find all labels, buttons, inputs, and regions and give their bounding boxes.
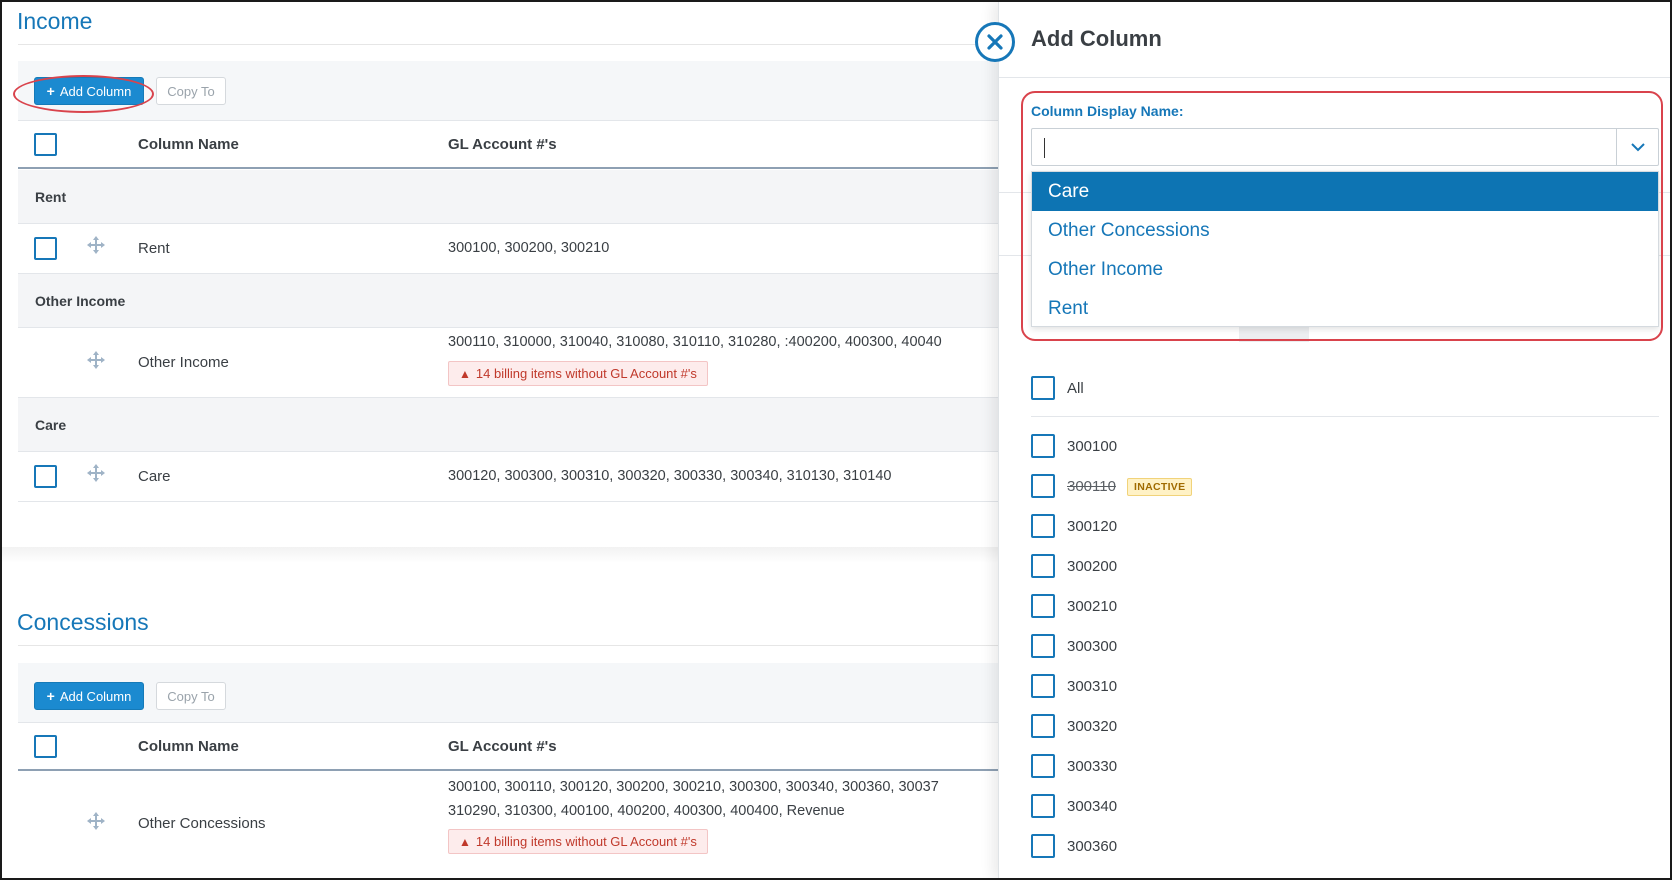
row-column-name: Rent	[138, 240, 170, 257]
row-column-name: Care	[138, 468, 171, 485]
account-checkbox-300200[interactable]	[1031, 554, 1055, 578]
column-name-header: Column Name	[138, 136, 239, 153]
plus-icon: +	[46, 688, 55, 704]
row-column-name: Other Income	[138, 354, 229, 371]
account-label: 300200	[1067, 558, 1118, 575]
account-label: 300210	[1067, 598, 1118, 615]
app-frame: Income + Add Column Copy To Column Name …	[0, 0, 1672, 880]
account-label: 300340	[1067, 798, 1118, 815]
all-checkbox[interactable]	[1031, 376, 1055, 400]
row-checkbox[interactable]	[34, 237, 57, 260]
income-toolbar: + Add Column Copy To	[18, 61, 998, 121]
panel-title: Add Column	[1031, 26, 1162, 51]
warning-text: 14 billing items without GL Account #'s	[475, 366, 697, 381]
table-row[interactable]: Other Income 300110, 310000, 310040, 310…	[18, 328, 998, 398]
copy-to-label: Copy To	[167, 688, 215, 704]
highlight-ellipse	[13, 75, 154, 113]
warning-text: 14 billing items without GL Account #'s	[475, 834, 697, 849]
group-row-other-income: Other Income	[18, 274, 998, 328]
group-label: Care	[35, 417, 67, 433]
concessions-add-column-button[interactable]: + Add Column	[34, 682, 144, 710]
concessions-table-header: Column Name GL Account #'s	[18, 723, 998, 771]
close-panel-button[interactable]	[975, 22, 1015, 62]
account-label: 300310	[1067, 678, 1118, 695]
copy-to-label: Copy To	[167, 83, 215, 99]
account-checkbox-300110[interactable]	[1031, 474, 1055, 498]
account-checkbox-300310[interactable]	[1031, 674, 1055, 698]
account-label: 300320	[1067, 718, 1118, 735]
column-name-header: Column Name	[138, 738, 239, 755]
account-checkbox-300210[interactable]	[1031, 594, 1055, 618]
select-all-checkbox[interactable]	[34, 133, 57, 156]
main-content: Income + Add Column Copy To Column Name …	[2, 2, 998, 878]
drag-handle-icon[interactable]	[86, 463, 106, 483]
concessions-divider	[18, 645, 998, 646]
group-label: Other Income	[35, 293, 126, 309]
missing-gl-warning[interactable]: ▲ 14 billing items without GL Account #'…	[448, 829, 708, 854]
panel-divider	[999, 77, 1670, 78]
account-checkbox-300330[interactable]	[1031, 754, 1055, 778]
account-checkbox-300340[interactable]	[1031, 794, 1055, 818]
account-label: 300110	[1067, 478, 1116, 495]
income-copy-to-button[interactable]: Copy To	[156, 77, 226, 105]
all-label: All	[1067, 380, 1084, 397]
gl-account-header: GL Account #'s	[448, 738, 557, 755]
gl-account-header: GL Account #'s	[448, 136, 557, 153]
row-gl-line-2: 310290, 310300, 400100, 400200, 400300, …	[448, 803, 845, 819]
add-column-label: Add Column	[59, 688, 132, 704]
income-title: Income	[17, 8, 93, 34]
highlight-rectangle	[1021, 91, 1663, 341]
warning-triangle-icon: ▲	[459, 366, 471, 381]
account-checkbox-300100[interactable]	[1031, 434, 1055, 458]
missing-gl-warning[interactable]: ▲ 14 billing items without GL Account #'…	[448, 361, 708, 386]
row-checkbox[interactable]	[34, 465, 57, 488]
account-label: 300300	[1067, 638, 1118, 655]
income-table-header: Column Name GL Account #'s	[18, 121, 998, 169]
drag-handle-icon[interactable]	[86, 235, 106, 255]
select-all-checkbox[interactable]	[34, 735, 57, 758]
concessions-copy-to-button[interactable]: Copy To	[156, 682, 226, 710]
account-checkbox-300300[interactable]	[1031, 634, 1055, 658]
table-row[interactable]: Care 300120, 300300, 300310, 300320, 300…	[18, 452, 998, 502]
table-row[interactable]: Rent 300100, 300200, 300210	[18, 224, 998, 274]
account-label: 300120	[1067, 518, 1118, 535]
row-gl-accounts: 300120, 300300, 300310, 300320, 300330, …	[448, 468, 892, 484]
account-checkbox-300120[interactable]	[1031, 514, 1055, 538]
close-icon	[987, 34, 1003, 50]
account-checkbox-300320[interactable]	[1031, 714, 1055, 738]
inactive-badge: INACTIVE	[1127, 478, 1193, 496]
drag-handle-icon[interactable]	[86, 350, 106, 370]
account-label: 300330	[1067, 758, 1118, 775]
row-gl-accounts: 300110, 310000, 310040, 310080, 310110, …	[448, 334, 942, 350]
concessions-title: Concessions	[17, 609, 149, 635]
table-row[interactable]: Other Concessions 300100, 300110, 300120…	[18, 773, 998, 878]
warning-triangle-icon: ▲	[459, 834, 471, 849]
account-label: 300360	[1067, 838, 1118, 855]
list-divider	[1031, 416, 1659, 417]
section-separator	[2, 547, 998, 563]
add-column-panel: Add Column Column Display Name: Care Oth…	[975, 2, 1670, 878]
account-checkbox-300360[interactable]	[1031, 834, 1055, 858]
group-label: Rent	[35, 189, 67, 205]
row-column-name: Other Concessions	[138, 815, 266, 832]
drag-handle-icon[interactable]	[86, 811, 106, 831]
row-gl-accounts: 300100, 300200, 300210	[448, 240, 610, 256]
group-row-care: Care	[18, 398, 998, 452]
group-row-rent: Rent	[18, 170, 998, 224]
concessions-toolbar: + Add Column Copy To	[18, 663, 998, 723]
income-divider	[18, 44, 998, 45]
account-label: 300100	[1067, 438, 1118, 455]
row-gl-line-1: 300100, 300110, 300120, 300200, 300210, …	[448, 779, 939, 795]
